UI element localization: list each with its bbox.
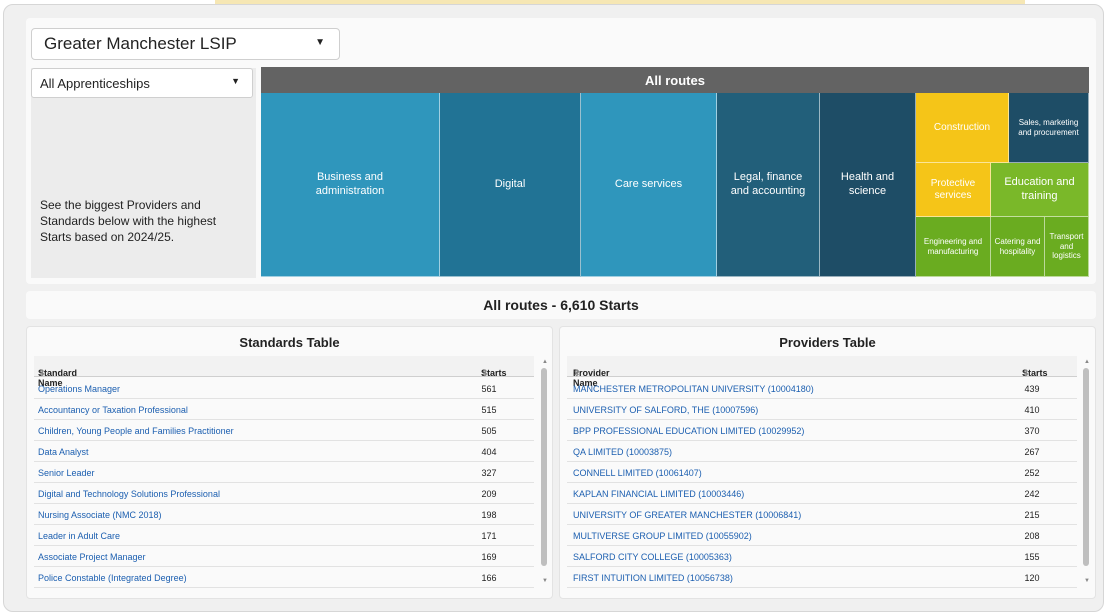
tile-transport-logistics[interactable]: Transport and logistics <box>1045 217 1089 277</box>
table-row[interactable]: UNIVERSITY OF GREATER MANCHESTER (100068… <box>567 504 1077 525</box>
row-name-link[interactable]: Leader in Adult Care <box>38 531 120 541</box>
providers-panel: Providers Table Provider Name ⇕ Starts ⇕… <box>559 326 1096 599</box>
standards-title: Standards Table <box>239 335 340 350</box>
row-starts-value: 505 <box>481 426 497 436</box>
row-name-link[interactable]: KAPLAN FINANCIAL LIMITED (10003446) <box>573 489 744 499</box>
treemap-header[interactable]: All routes <box>261 67 1089 93</box>
table-row[interactable]: CONNELL LIMITED (10061407) 252 <box>567 462 1077 483</box>
row-starts-value: 327 <box>481 468 497 478</box>
apprenticeship-dropdown-value: All Apprenticeships <box>40 75 150 91</box>
row-name-link[interactable]: Accountancy or Taxation Professional <box>38 405 188 415</box>
table-row[interactable]: BPP PROFESSIONAL EDUCATION LIMITED (1002… <box>567 420 1077 441</box>
row-name-link[interactable]: Digital and Technology Solutions Profess… <box>38 489 220 499</box>
table-row[interactable]: Associate Project Manager 169 <box>34 546 534 567</box>
tile-legal-finance-accounting[interactable]: Legal, finance and accounting <box>717 93 820 277</box>
tile-catering-hospitality[interactable]: Catering and hospitality <box>991 217 1045 277</box>
row-name-link[interactable]: Data Analyst <box>38 447 89 457</box>
row-starts-value: 242 <box>1024 489 1040 499</box>
row-starts-value: 209 <box>481 489 497 499</box>
info-box <box>31 68 256 278</box>
table-row[interactable]: KAPLAN FINANCIAL LIMITED (10003446) 242 <box>567 483 1077 504</box>
apprenticeship-dropdown[interactable]: All Apprenticeships ▼ <box>31 68 253 98</box>
row-starts-value: 404 <box>481 447 497 457</box>
tile-construction[interactable]: Construction <box>916 93 1009 163</box>
row-name-link[interactable]: QA LIMITED (10003875) <box>573 447 672 457</box>
table-row[interactable]: SALFORD CITY COLLEGE (10005363) 155 <box>567 546 1077 567</box>
row-starts-value: 169 <box>481 552 497 562</box>
table-row[interactable]: FIRST INTUITION LIMITED (10056738) 120 <box>567 567 1077 588</box>
chevron-down-icon: ▼ <box>315 37 325 48</box>
scroll-up-icon[interactable]: ▲ <box>1084 359 1090 365</box>
table-row[interactable]: Operations Manager 561 <box>34 378 534 399</box>
tile-health-science[interactable]: Health and science <box>820 93 916 277</box>
row-starts-value: 370 <box>1024 426 1040 436</box>
row-name-link[interactable]: MANCHESTER METROPOLITAN UNIVERSITY (1000… <box>573 384 814 394</box>
tile-care-services[interactable]: Care services <box>581 93 717 277</box>
scroll-down-icon[interactable]: ▼ <box>1084 578 1090 584</box>
row-starts-value: 410 <box>1024 405 1040 415</box>
standards-table-header: Standard Name ⇕ Starts ⇕ <box>34 356 534 388</box>
tile-sales-marketing-procurement[interactable]: Sales, marketing and procurement <box>1009 93 1089 163</box>
scroll-up-icon[interactable]: ▲ <box>542 359 548 365</box>
row-name-link[interactable]: MULTIVERSE GROUP LIMITED (10055902) <box>573 531 752 541</box>
summary-bar: All routes - 6,610 Starts <box>26 291 1096 319</box>
table-row[interactable]: Senior Leader 327 <box>34 462 534 483</box>
row-starts-value: 208 <box>1024 531 1040 541</box>
chevron-down-icon: ▼ <box>231 76 240 86</box>
tile-digital[interactable]: Digital <box>440 93 581 277</box>
row-name-link[interactable]: Associate Project Manager <box>38 552 146 562</box>
table-row[interactable]: QA LIMITED (10003875) 267 <box>567 441 1077 462</box>
row-name-link[interactable]: FIRST INTUITION LIMITED (10056738) <box>573 573 733 583</box>
row-name-link[interactable]: Nursing Associate (NMC 2018) <box>38 510 162 520</box>
tile-engineering-manufacturing[interactable]: Engineering and manufacturing <box>916 217 991 277</box>
region-dropdown-value: Greater Manchester LSIP <box>44 34 237 53</box>
table-row[interactable]: UNIVERSITY OF SALFORD, THE (10007596) 410 <box>567 399 1077 420</box>
tile-protective-services[interactable]: Protective services <box>916 163 991 217</box>
row-name-link[interactable]: SALFORD CITY COLLEGE (10005363) <box>573 552 732 562</box>
row-starts-value: 171 <box>481 531 497 541</box>
table-row[interactable]: Children, Young People and Families Prac… <box>34 420 534 441</box>
row-starts-value: 198 <box>481 510 497 520</box>
region-dropdown[interactable]: Greater Manchester LSIP ▼ <box>31 28 340 60</box>
table-row[interactable]: Digital and Technology Solutions Profess… <box>34 483 534 504</box>
providers-scrollbar[interactable] <box>1083 368 1089 566</box>
providers-title: Providers Table <box>779 335 876 350</box>
table-row[interactable]: Police Constable (Integrated Degree) 166 <box>34 567 534 588</box>
row-starts-value: 120 <box>1024 573 1040 583</box>
row-starts-value: 515 <box>481 405 497 415</box>
row-starts-value: 561 <box>481 384 497 394</box>
row-name-link[interactable]: Operations Manager <box>38 384 120 394</box>
row-name-link[interactable]: Children, Young People and Families Prac… <box>38 426 234 436</box>
tile-business-administration[interactable]: Business and administration <box>261 93 440 277</box>
row-starts-value: 439 <box>1024 384 1040 394</box>
row-name-link[interactable]: Senior Leader <box>38 468 95 478</box>
providers-table-header: Provider Name ⇕ Starts ⇕ <box>567 356 1077 388</box>
row-name-link[interactable]: UNIVERSITY OF SALFORD, THE (10007596) <box>573 405 758 415</box>
table-row[interactable]: Nursing Associate (NMC 2018) 198 <box>34 504 534 525</box>
row-name-link[interactable]: BPP PROFESSIONAL EDUCATION LIMITED (1002… <box>573 426 804 436</box>
row-starts-value: 267 <box>1024 447 1040 457</box>
standards-panel: Standards Table Standard Name ⇕ Starts ⇕… <box>26 326 553 599</box>
row-starts-value: 166 <box>481 573 497 583</box>
table-row[interactable]: MULTIVERSE GROUP LIMITED (10055902) 208 <box>567 525 1077 546</box>
table-row[interactable]: Leader in Adult Care 171 <box>34 525 534 546</box>
table-row[interactable]: MANCHESTER METROPOLITAN UNIVERSITY (1000… <box>567 378 1077 399</box>
row-name-link[interactable]: UNIVERSITY OF GREATER MANCHESTER (100068… <box>573 510 801 520</box>
scroll-down-icon[interactable]: ▼ <box>542 578 548 584</box>
row-starts-value: 215 <box>1024 510 1040 520</box>
row-starts-value: 252 <box>1024 468 1040 478</box>
routes-treemap: All routes Business and administration D… <box>261 67 1089 277</box>
row-name-link[interactable]: Police Constable (Integrated Degree) <box>38 573 187 583</box>
description-text: See the biggest Providers and Standards … <box>40 198 217 244</box>
standards-scrollbar[interactable] <box>541 368 547 566</box>
row-starts-value: 155 <box>1024 552 1040 562</box>
table-row[interactable]: Accountancy or Taxation Professional 515 <box>34 399 534 420</box>
table-row[interactable]: Data Analyst 404 <box>34 441 534 462</box>
row-name-link[interactable]: CONNELL LIMITED (10061407) <box>573 468 702 478</box>
tile-education-training[interactable]: Education and training <box>991 163 1089 217</box>
